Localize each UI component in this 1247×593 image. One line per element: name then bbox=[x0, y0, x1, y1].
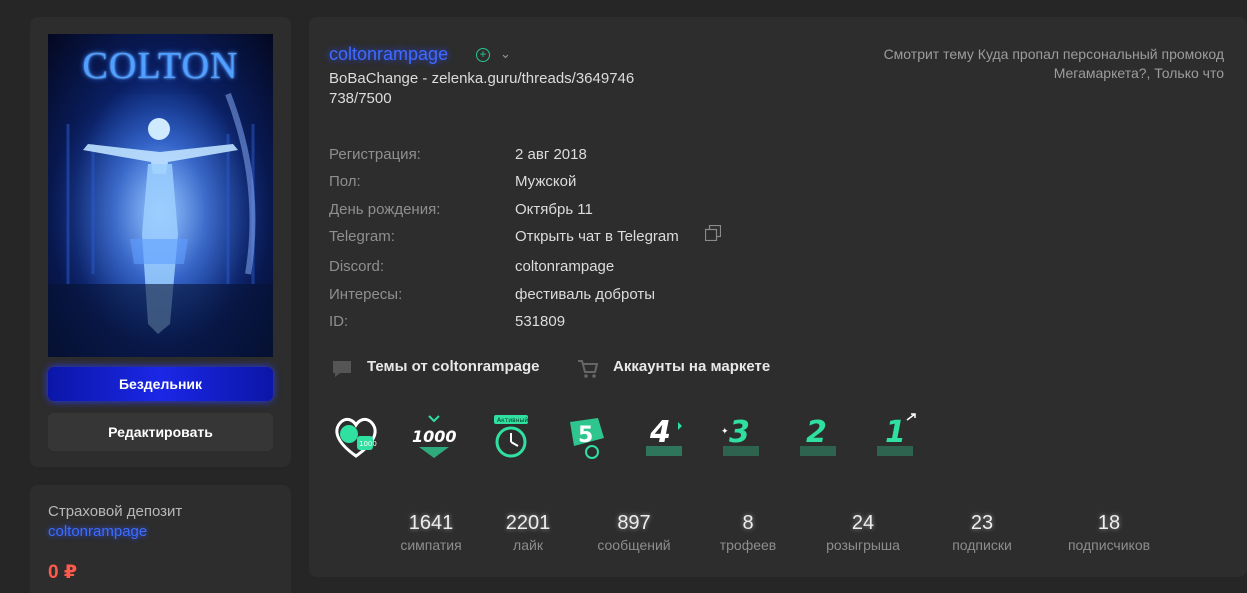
telegram-chat-link[interactable]: Открыть чат в Telegram bbox=[515, 228, 679, 245]
stat-value: 18 bbox=[1097, 512, 1121, 534]
svg-text:1000: 1000 bbox=[412, 427, 457, 446]
chat-bubble-icon bbox=[333, 361, 351, 377]
profile-username[interactable]: coltonrampage bbox=[329, 44, 448, 65]
stat-value: 23 bbox=[970, 512, 994, 534]
avatar[interactable]: COLTON bbox=[48, 34, 273, 357]
svg-text:3: 3 bbox=[729, 415, 750, 450]
stat-followers[interactable]: 18 подписчиков bbox=[1049, 512, 1169, 553]
deposit-title: Страховой депозит bbox=[48, 503, 183, 520]
stat-value: 8 bbox=[742, 512, 754, 534]
info-label: День рождения: bbox=[329, 201, 441, 218]
deposit-username-link[interactable]: coltonrampage bbox=[48, 523, 147, 540]
five-years-trophy-icon[interactable]: 5 bbox=[562, 412, 612, 462]
svg-text:5: 5 bbox=[578, 423, 593, 448]
heart-1000-trophy-icon[interactable]: 1000 bbox=[331, 412, 381, 462]
stat-subscriptions[interactable]: 23 подписки bbox=[922, 512, 1042, 553]
deposit-amount: 0 ₽ bbox=[48, 562, 78, 583]
three-years-trophy-icon[interactable]: 3 ✦ bbox=[717, 412, 767, 462]
info-label: Telegram: bbox=[329, 228, 395, 245]
copy-icon[interactable] bbox=[705, 225, 721, 241]
info-label: Интересы: bbox=[329, 286, 403, 303]
cart-icon bbox=[578, 360, 599, 378]
profile-main-card bbox=[309, 17, 1247, 577]
active-stopwatch-trophy-icon[interactable]: Активный bbox=[486, 412, 536, 462]
svg-text:4: 4 bbox=[649, 415, 671, 450]
sympathy-1000-trophy-icon[interactable]: 1000 bbox=[409, 412, 459, 462]
info-value: Мужской bbox=[515, 173, 577, 190]
stat-label: сообщений bbox=[597, 537, 671, 553]
svg-text:✦: ✦ bbox=[721, 427, 729, 437]
stat-label: подписки bbox=[952, 537, 1012, 553]
plus-circle-icon[interactable]: + bbox=[476, 48, 490, 62]
stat-trophies[interactable]: 8 трофеев bbox=[688, 512, 808, 553]
user-threads-link[interactable]: Темы от coltonrampage bbox=[367, 358, 539, 375]
info-value: Октябрь 11 bbox=[515, 201, 593, 218]
stat-label: подписчиков bbox=[1067, 537, 1151, 553]
stat-value: 2201 bbox=[505, 512, 551, 534]
info-value: 531809 bbox=[515, 313, 566, 330]
stat-label: розыгрыша bbox=[826, 537, 900, 553]
one-year-trophy-icon[interactable]: 1 bbox=[871, 412, 921, 462]
svg-text:1: 1 bbox=[885, 415, 906, 450]
chevron-down-icon[interactable]: ⌄ bbox=[500, 46, 511, 62]
stat-label: лайк bbox=[513, 537, 543, 553]
rank-badge: Бездельник bbox=[48, 367, 273, 401]
profile-status-text: BoBaChange - zelenka.guru/threads/364974… bbox=[329, 70, 635, 87]
info-label: Пол: bbox=[329, 173, 361, 190]
info-label: ID: bbox=[329, 313, 349, 330]
svg-text:2: 2 bbox=[806, 415, 827, 450]
info-value: 2 авг 2018 bbox=[515, 146, 587, 163]
stat-messages[interactable]: 897 сообщений bbox=[574, 512, 694, 553]
market-accounts-link[interactable]: Аккаунты на маркете bbox=[613, 358, 770, 375]
info-label: Регистрация: bbox=[329, 146, 421, 163]
info-label: Discord: bbox=[329, 258, 385, 275]
two-years-trophy-icon[interactable]: 2 bbox=[794, 412, 844, 462]
edit-profile-button[interactable]: Редактировать bbox=[48, 413, 273, 451]
stat-likes[interactable]: 2201 лайк bbox=[468, 512, 588, 553]
svg-text:Активный: Активный bbox=[497, 417, 528, 424]
avatar-figure-art bbox=[48, 92, 273, 357]
stat-value: 897 bbox=[617, 512, 651, 534]
stat-giveaways[interactable]: 24 розыгрыша bbox=[803, 512, 923, 553]
svg-text:1000: 1000 bbox=[359, 440, 377, 448]
four-years-trophy-icon[interactable]: 4 bbox=[640, 412, 690, 462]
stat-label: трофеев bbox=[719, 537, 777, 553]
current-activity[interactable]: Смотрит тему Куда пропал персональный пр… bbox=[804, 45, 1224, 83]
info-value: coltonrampage bbox=[515, 258, 615, 275]
info-value: фестиваль доброты bbox=[515, 286, 656, 303]
profile-status-counter: 738/7500 bbox=[329, 90, 392, 107]
stat-value: 24 bbox=[851, 512, 875, 534]
